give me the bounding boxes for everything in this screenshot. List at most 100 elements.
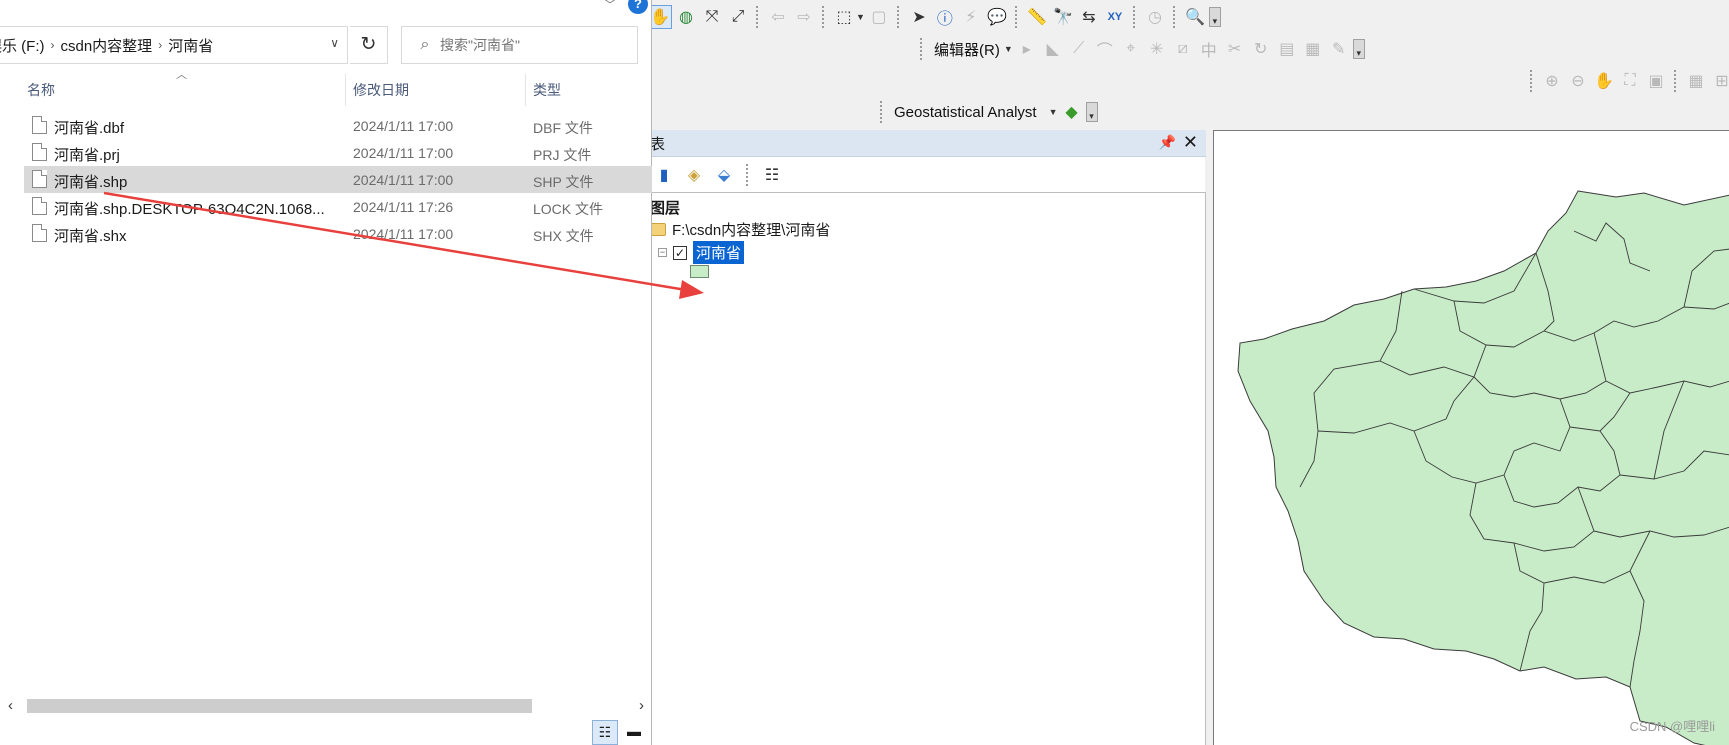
forward-icon[interactable]: ⇨ [792, 5, 816, 29]
pan-layout-icon[interactable]: ✋ [1592, 69, 1616, 93]
html-popup-icon[interactable]: 💬 [985, 5, 1009, 29]
henan-polygon [1237, 190, 1729, 745]
breadcrumb-drive[interactable]: 娱乐 (F:) [0, 35, 51, 56]
identify-icon[interactable]: ⓘ [933, 5, 957, 29]
toc-root[interactable]: 图层 [650, 197, 680, 218]
details-view-button[interactable]: ☷ [592, 720, 618, 745]
help-icon[interactable]: ? [628, 0, 648, 14]
midpoint-icon[interactable]: 中 [1197, 37, 1221, 61]
toolbar-overflow-icon[interactable]: ▾ [1208, 7, 1221, 27]
straight-segment-icon[interactable]: ⟋ [1067, 37, 1091, 61]
construct-points-icon[interactable]: ⌖ [1119, 37, 1143, 61]
scroll-left-icon[interactable]: ‹ [8, 697, 13, 714]
file-row[interactable]: 河南省.prj 2024/1/11 17:00 PRJ 文件 [24, 139, 652, 166]
cut-polygons-icon[interactable]: ✂ [1223, 37, 1247, 61]
toc-layer-name[interactable]: 河南省 [693, 241, 745, 264]
watermark: CSDN @哩哩li [1629, 719, 1715, 734]
create-features-icon[interactable]: ✎ [1327, 37, 1351, 61]
zoom-out-layout-icon[interactable]: ⊖ [1566, 69, 1590, 93]
file-row[interactable]: 河南省.shx 2024/1/11 17:00 SHX 文件 [24, 220, 652, 247]
sort-ascending-icon: ︿ [176, 69, 187, 81]
full-extent-icon[interactable]: ◍ [674, 5, 698, 29]
column-type[interactable]: 类型 [533, 80, 561, 100]
sketch-properties-icon[interactable]: ▦ [1301, 37, 1325, 61]
column-divider[interactable] [525, 74, 526, 106]
options-icon[interactable]: ☷ [760, 163, 784, 187]
legend-swatch[interactable] [690, 265, 709, 278]
collapse-icon[interactable]: − [658, 248, 667, 257]
time-slider-icon[interactable]: ◷ [1143, 5, 1167, 29]
close-icon[interactable]: ✕ [1183, 132, 1198, 153]
toolbar-overflow-icon[interactable]: ▾ [1352, 39, 1365, 59]
toolbar-overflow-icon[interactable]: ▾ [1085, 102, 1098, 122]
chevron-down-icon[interactable]: ▼ [1049, 107, 1058, 117]
geostat-menu[interactable]: Geostatistical Analyst [890, 104, 1041, 121]
address-bar[interactable]: 娱乐 (F:) › csdn内容整理 › 河南省 ∨ [0, 26, 348, 64]
clear-selection-icon[interactable]: ▢ [867, 5, 891, 29]
hyperlink-icon[interactable]: ⚡ [959, 5, 983, 29]
create-viewer-icon[interactable]: 🔍 [1183, 5, 1207, 29]
large-icons-view-button[interactable]: ▬ [622, 720, 646, 744]
toc-folder-row[interactable]: F:\csdn内容整理\河南省 [648, 219, 830, 240]
separator [822, 6, 826, 28]
breadcrumb-folder[interactable]: csdn内容整理 [55, 35, 159, 56]
measure-icon[interactable]: 📏 [1025, 5, 1049, 29]
file-row[interactable]: 河南省.shp.DESKTOP-63O4C2N.1068... 2024/1/1… [24, 193, 652, 220]
scrollbar-thumb[interactable] [27, 699, 532, 713]
find-route-icon[interactable]: ⇆ [1077, 5, 1101, 29]
layer-visibility-checkbox[interactable]: ✓ [673, 245, 687, 260]
attributes-icon[interactable]: ▤ [1275, 37, 1299, 61]
chevron-down-icon[interactable]: ▼ [1004, 44, 1013, 54]
geostat-wizard-icon[interactable]: ◆ [1060, 100, 1084, 124]
search-input[interactable] [440, 37, 620, 53]
toolbar-grip[interactable] [1530, 70, 1534, 92]
file-type: DBF 文件 [533, 120, 593, 136]
refresh-button[interactable]: ↻ [350, 26, 388, 64]
chevron-down-icon[interactable]: ▼ [856, 12, 865, 22]
end-point-arc-icon[interactable]: ⌒ [1093, 37, 1117, 61]
refresh-icon: ↻ [360, 34, 377, 55]
rotate-icon[interactable]: ↻ [1249, 37, 1273, 61]
focus-data-frame-icon[interactable]: ⊞ [1710, 69, 1729, 93]
list-by-source-icon[interactable]: ◈ [682, 163, 706, 187]
chevron-down-icon[interactable]: ∨ [330, 36, 339, 50]
list-by-drawing-order-icon[interactable]: ▮ [652, 163, 676, 187]
select-features-icon[interactable]: ⬚ [832, 5, 856, 29]
file-explorer-window: ﹀ ? 娱乐 (F:) › csdn内容整理 › 河南省 ∨ ↻ ⌕ ︿ 名称 … [0, 0, 652, 745]
split-icon[interactable]: ✳ [1145, 37, 1169, 61]
editor-toolbar: 编辑器(R) ▼ ▸ ◣ ⟋ ⌒ ⌖ ✳ ⧄ 中 ✂ ↻ ▤ ▦ ✎ ▾ [916, 34, 1365, 64]
list-by-visibility-icon[interactable]: ⬙ [712, 163, 736, 187]
breadcrumb-current[interactable]: 河南省 [162, 35, 219, 56]
zoom-in-layout-icon[interactable]: ⊕ [1540, 69, 1564, 93]
fixed-zoom-in-icon[interactable]: ⤧ [700, 5, 724, 29]
file-icon [32, 116, 47, 134]
file-row-selected[interactable]: 河南省.shp 2024/1/11 17:00 SHP 文件 [24, 166, 652, 193]
full-page-icon[interactable]: ⛶ [1618, 69, 1642, 93]
edit-tool-icon[interactable]: ▸ [1015, 37, 1039, 61]
toolbar-grip[interactable] [880, 101, 884, 123]
select-elements-icon[interactable]: ➤ [907, 5, 931, 29]
toc-legend-row[interactable] [690, 265, 709, 278]
fixed-zoom-out-icon[interactable]: ⤢ [726, 5, 750, 29]
zoom-100-icon[interactable]: ▣ [1644, 69, 1668, 93]
geostat-toolbar: Geostatistical Analyst ▼ ◆ ▾ [876, 97, 1098, 127]
map-view[interactable]: CSDN @哩哩li [1213, 130, 1729, 745]
column-name[interactable]: 名称 [27, 80, 55, 100]
goto-xy-icon[interactable]: XY [1103, 5, 1127, 29]
find-icon[interactable]: 🔭 [1051, 5, 1075, 29]
search-box[interactable]: ⌕ [401, 26, 638, 64]
back-icon[interactable]: ⇦ [766, 5, 790, 29]
sketch-tool-icon[interactable]: ◣ [1041, 37, 1065, 61]
scroll-right-icon[interactable]: › [639, 697, 644, 714]
column-divider[interactable] [345, 74, 346, 106]
toc-layer-row[interactable]: − ✓ 河南省 [658, 241, 745, 264]
toggle-draft-icon[interactable]: ▦ [1684, 69, 1708, 93]
toolbar-grip[interactable] [920, 38, 924, 60]
editor-menu[interactable]: 编辑器(R) [930, 39, 1004, 60]
file-row[interactable]: 河南省.dbf 2024/1/11 17:00 DBF 文件 [24, 112, 652, 139]
pin-icon[interactable]: 📌 [1159, 134, 1176, 151]
horizontal-scrollbar[interactable]: ‹ › [8, 697, 644, 714]
collapse-ribbon-icon[interactable]: ﹀ [604, 0, 616, 13]
reshape-icon[interactable]: ⧄ [1171, 37, 1195, 61]
column-date[interactable]: 修改日期 [353, 80, 409, 100]
